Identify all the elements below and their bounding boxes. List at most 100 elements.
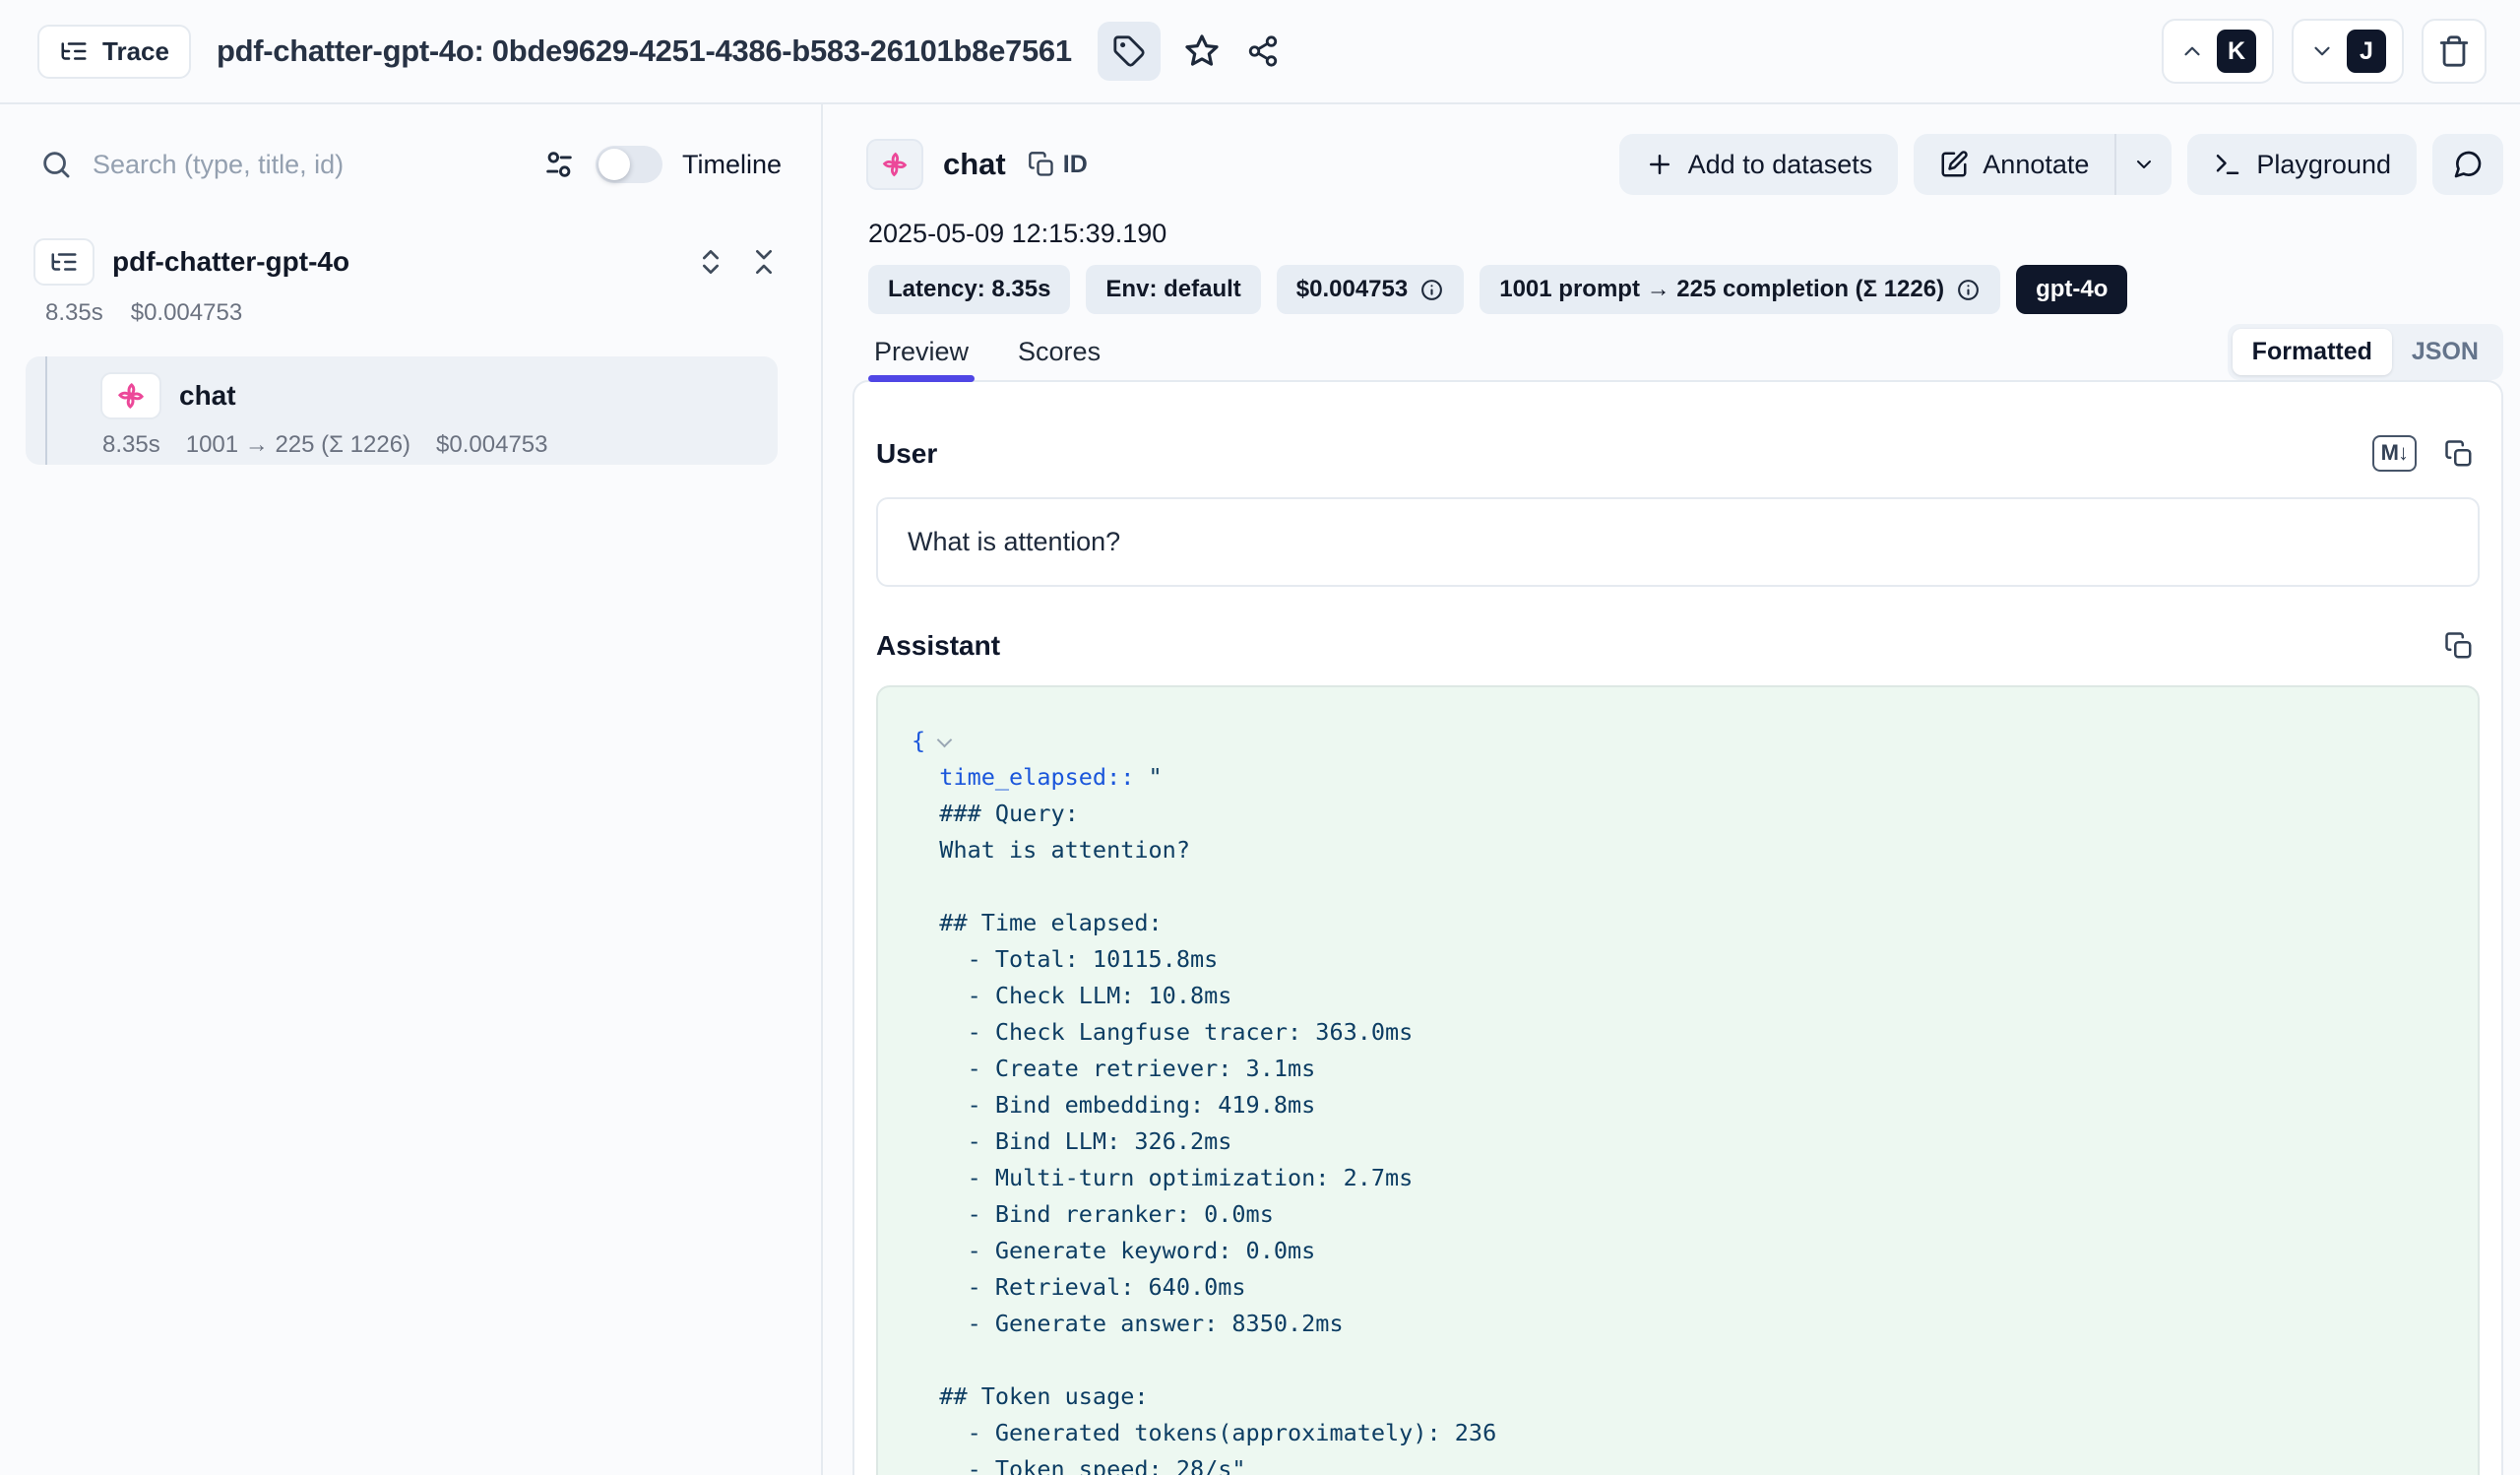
topbar-nav-group: K J (2162, 19, 2487, 84)
io-preview-card: User M↓ What is attention? Assistant { t… (852, 380, 2503, 1475)
timeline-label: Timeline (682, 150, 782, 180)
top-bar: Trace pdf-chatter-gpt-4o: 0bde9629-4251-… (0, 0, 2520, 104)
code-line (912, 868, 2444, 905)
chevron-down-icon (2309, 38, 2335, 64)
search-input[interactable] (93, 150, 523, 180)
trace-tree-sidebar: Timeline pdf-chatter-gpt-4o (0, 104, 823, 1475)
edit-pen-icon (1939, 150, 1969, 179)
user-section-header: User M↓ (876, 435, 2480, 472)
playground-button[interactable]: Playground (2187, 134, 2417, 195)
observation-tokens: 1001 → 225 (Σ 1226) (186, 431, 410, 459)
annotate-button[interactable]: Annotate (1914, 134, 2114, 195)
user-heading: User (876, 438, 937, 470)
token-usage-badge: 1001 prompt → 225 completion (Σ 1226) (1480, 265, 2000, 314)
observation-tree: pdf-chatter-gpt-4o 8.35s $ (26, 236, 795, 465)
user-message: What is attention? (876, 497, 2480, 587)
add-to-datasets-button[interactable]: Add to datasets (1619, 134, 1899, 195)
tag-button[interactable] (1098, 22, 1161, 81)
model-badge: gpt-4o (2016, 265, 2127, 314)
copy-icon[interactable] (2444, 439, 2474, 469)
timeline-toggle[interactable] (596, 146, 662, 183)
metric-badges: Latency: 8.35s Env: default $0.004753 10… (868, 265, 2503, 314)
trace-root-node[interactable]: pdf-chatter-gpt-4o (26, 236, 795, 288)
code-line: { (912, 723, 2444, 759)
list-tree-icon (59, 36, 89, 66)
format-segmented-control: Formatted JSON (2228, 324, 2503, 380)
chevron-up-icon (2179, 38, 2205, 64)
trace-badge-label: Trace (102, 36, 169, 67)
filter-sliders-icon[interactable] (542, 148, 576, 181)
trace-latency: 8.35s (45, 299, 103, 327)
terminal-icon (2213, 150, 2242, 179)
star-button[interactable] (1176, 26, 1228, 77)
tree-indent-guide (45, 356, 47, 465)
expand-all-button[interactable] (695, 246, 726, 278)
latency-badge: Latency: 8.35s (868, 265, 1070, 314)
tab-scores[interactable]: Scores (1012, 324, 1106, 380)
trace-type-badge: Trace (37, 25, 191, 79)
observation-metrics: 8.35s 1001 → 225 (Σ 1226) $0.004753 (102, 431, 758, 459)
trash-icon (2437, 34, 2471, 68)
observation-header: chat ID Add to datasets Annotate (866, 134, 2503, 195)
shortcut-key-j: J (2347, 30, 2386, 73)
code-line: - Create retriever: 3.1ms (912, 1051, 2444, 1087)
previous-trace-button[interactable]: K (2162, 19, 2274, 84)
info-icon[interactable] (1419, 278, 1444, 302)
info-icon[interactable] (1956, 278, 1981, 302)
observation-cost: $0.004753 (436, 431, 547, 459)
tab-preview[interactable]: Preview (868, 324, 975, 380)
generation-header-pill (866, 139, 923, 190)
observation-item-chat[interactable]: chat 8.35s 1001 → 225 (Σ 1226) $0.004753 (26, 356, 778, 465)
copy-id-button[interactable]: ID (1028, 151, 1088, 179)
chevrons-up-down-icon (695, 246, 726, 278)
trace-node-pill (33, 238, 94, 286)
observation-timestamp: 2025-05-09 12:15:39.190 (868, 219, 2503, 249)
code-line: ### Query: (912, 796, 2444, 832)
collapse-json-icon[interactable] (937, 733, 953, 748)
tag-icon (1112, 34, 1146, 68)
playground-label: Playground (2256, 150, 2391, 180)
code-line: - Bind embedding: 419.8ms (912, 1087, 2444, 1123)
code-line: - Check LLM: 10.8ms (912, 978, 2444, 1014)
code-line: - Retrieval: 640.0ms (912, 1269, 2444, 1306)
code-line: time_elapsed:: " (912, 759, 2444, 796)
trace-node-metrics: 8.35s $0.004753 (45, 299, 795, 327)
annotate-label: Annotate (1983, 150, 2089, 180)
code-line: - Multi-turn optimization: 2.7ms (912, 1160, 2444, 1196)
search-row: Timeline (26, 130, 795, 199)
trace-node-name: pdf-chatter-gpt-4o (112, 246, 349, 278)
code-line: ## Token usage: (912, 1379, 2444, 1415)
code-line: - Bind LLM: 326.2ms (912, 1123, 2444, 1160)
comments-button[interactable] (2432, 134, 2503, 195)
observation-detail-panel: chat ID Add to datasets Annotate (823, 104, 2520, 1475)
search-icon (39, 148, 73, 181)
generation-pinwheel-icon (114, 379, 148, 413)
shortcut-key-k: K (2217, 30, 2256, 73)
assistant-output-json: { time_elapsed:: " ### Query: What is at… (876, 685, 2480, 1475)
code-line: - Generate keyword: 0.0ms (912, 1233, 2444, 1269)
code-line: ## Time elapsed: (912, 905, 2444, 941)
tab-bar: Preview Scores Formatted JSON (852, 324, 2503, 380)
share-button[interactable] (1237, 26, 1289, 77)
json-option[interactable]: JSON (2392, 329, 2498, 375)
cost-value: $0.004753 (1296, 276, 1408, 303)
assistant-section-header: Assistant (876, 630, 2480, 662)
generation-pinwheel-icon (879, 149, 911, 180)
cost-badge: $0.004753 (1277, 265, 1464, 314)
assistant-heading: Assistant (876, 630, 1000, 662)
comment-bubble-icon (2452, 149, 2484, 180)
share-icon (1246, 34, 1280, 68)
code-line: - Generate answer: 8350.2ms (912, 1306, 2444, 1342)
list-tree-icon (49, 247, 79, 277)
copy-icon[interactable] (2444, 631, 2474, 661)
chevrons-down-up-icon (748, 246, 780, 278)
formatted-option[interactable]: Formatted (2233, 329, 2392, 375)
annotate-dropdown-button[interactable] (2114, 134, 2172, 195)
chevron-down-icon (2132, 153, 2156, 176)
tree-fold-controls (695, 246, 780, 278)
env-badge: Env: default (1086, 265, 1260, 314)
next-trace-button[interactable]: J (2292, 19, 2404, 84)
delete-trace-button[interactable] (2422, 19, 2487, 84)
collapse-all-button[interactable] (748, 246, 780, 278)
markdown-toggle-icon[interactable]: M↓ (2372, 435, 2417, 472)
